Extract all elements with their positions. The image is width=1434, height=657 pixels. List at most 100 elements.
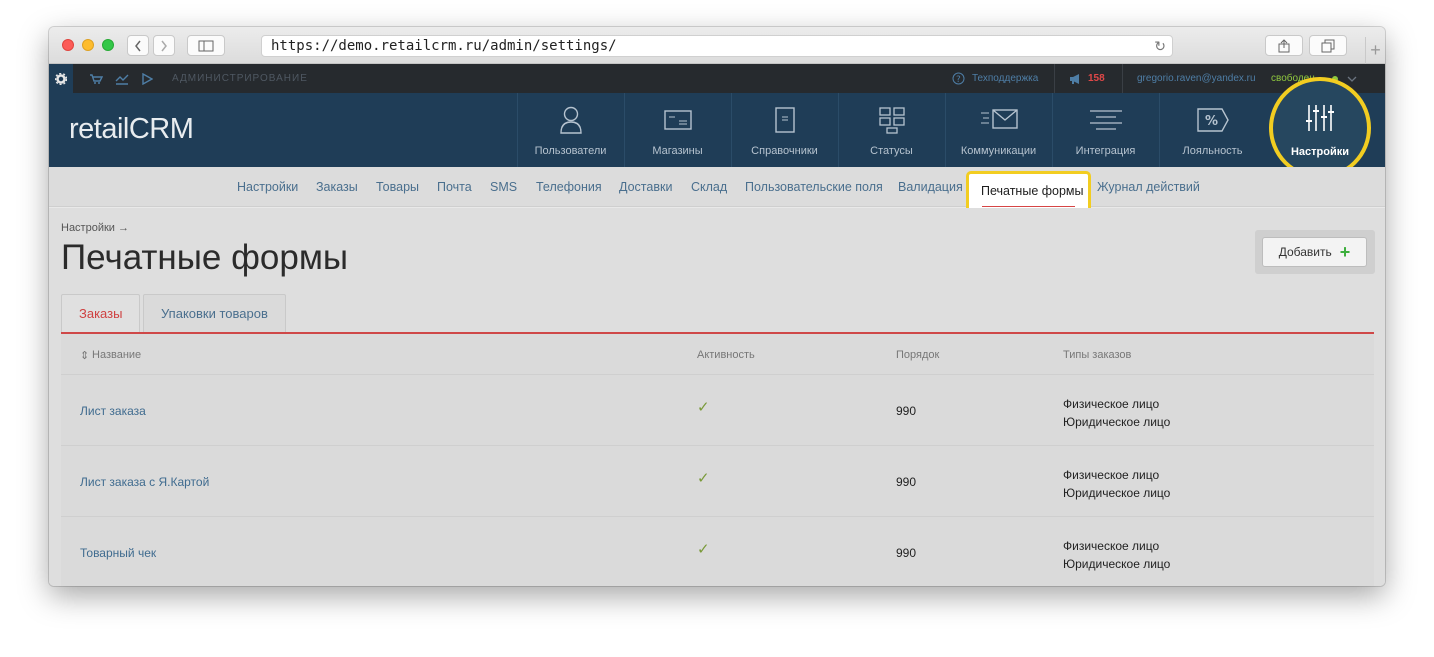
- table-row[interactable]: Лист заказа ✓ 990 Физическое лицо Юридич…: [61, 375, 1374, 446]
- play-icon[interactable]: [141, 64, 153, 93]
- col-order-header: Порядок: [896, 349, 940, 361]
- url-text: https://demo.retailcrm.ru/admin/settings…: [271, 38, 617, 54]
- row-type: Физическое лицо: [1063, 397, 1160, 411]
- tab-product-packages[interactable]: Упаковки товаров: [143, 294, 286, 333]
- page-title: Печатные формы: [61, 238, 349, 277]
- retailcrm-logo[interactable]: retailCRM: [69, 113, 194, 146]
- address-bar[interactable]: https://demo.retailcrm.ru/admin/settings…: [261, 35, 1173, 57]
- close-window-button[interactable]: [62, 39, 74, 51]
- nav-stores[interactable]: Магазины: [624, 93, 730, 167]
- back-button[interactable]: [127, 35, 149, 56]
- subnav-telephony[interactable]: Телефония: [536, 180, 602, 194]
- reload-icon[interactable]: ↻: [1154, 37, 1166, 57]
- nav-loyalty[interactable]: % Лояльность: [1159, 93, 1265, 167]
- browser-window: https://demo.retailcrm.ru/admin/settings…: [49, 27, 1385, 586]
- subnav-orders[interactable]: Заказы: [316, 180, 358, 194]
- sort-icon[interactable]: ⇕: [80, 349, 89, 362]
- row-type: Юридическое лицо: [1063, 486, 1171, 500]
- forward-button[interactable]: [153, 35, 175, 56]
- subnav-warehouse[interactable]: Склад: [691, 180, 727, 194]
- user-email[interactable]: gregorio.raven@yandex.ru: [1137, 64, 1256, 93]
- add-button[interactable]: Добавить +: [1262, 237, 1367, 267]
- row-name-link[interactable]: Лист заказа: [80, 404, 146, 418]
- document-icon: [732, 105, 837, 135]
- nav-label: Статусы: [870, 145, 913, 157]
- row-type: Физическое лицо: [1063, 468, 1160, 482]
- settings-gear-icon[interactable]: [49, 64, 73, 93]
- row-types: Физическое лицо Юридическое лицо: [1063, 395, 1170, 431]
- row-name-link[interactable]: Лист заказа с Я.Картой: [80, 475, 209, 489]
- integration-icon: [1053, 105, 1158, 135]
- col-name-header[interactable]: Название: [92, 349, 141, 361]
- cart-icon[interactable]: [89, 64, 103, 93]
- share-icon: [1278, 38, 1290, 52]
- nav-integration[interactable]: Интеграция: [1052, 93, 1158, 167]
- row-order: 990: [896, 404, 917, 418]
- add-button-label: Добавить: [1278, 245, 1332, 259]
- analytics-icon[interactable]: [115, 64, 129, 93]
- subnav-delivery[interactable]: Доставки: [619, 180, 672, 194]
- crm-topbar: АДМИНИСТРИРОВАНИЕ ? Техподдержка 158 gre…: [49, 64, 1385, 93]
- zoom-window-button[interactable]: [102, 39, 114, 51]
- table-header: ⇕ Название Активность Порядок Типы заказ…: [61, 334, 1374, 375]
- table-row[interactable]: Товарный чек ✓ 990 Физическое лицо Юриди…: [61, 517, 1374, 586]
- svg-text:%: %: [1205, 114, 1218, 129]
- share-button[interactable]: [1265, 35, 1303, 56]
- row-order: 990: [896, 475, 917, 489]
- nav-label: Справочники: [751, 145, 818, 157]
- plus-icon: +: [1339, 242, 1351, 262]
- settings-subnav: Настройки Заказы Товары Почта SMS Телефо…: [49, 167, 1385, 207]
- tab-orders[interactable]: Заказы: [61, 294, 141, 333]
- row-type: Юридическое лицо: [1063, 415, 1171, 429]
- nav-label: Лояльность: [1182, 145, 1243, 157]
- nav-label: Магазины: [652, 145, 703, 157]
- svg-text:?: ?: [956, 75, 961, 85]
- check-icon: ✓: [697, 469, 710, 487]
- subnav-custom-fields[interactable]: Пользовательские поля: [745, 180, 883, 194]
- sidebar-toggle-button[interactable]: [187, 35, 225, 56]
- nav-label: Интеграция: [1075, 145, 1136, 157]
- help-icon[interactable]: ?: [952, 64, 965, 93]
- row-name-link[interactable]: Товарный чек: [80, 546, 156, 560]
- subnav-active-label: Печатные формы: [981, 184, 1084, 198]
- row-type: Физическое лицо: [1063, 539, 1160, 553]
- breadcrumb[interactable]: Настройки →: [61, 222, 129, 234]
- new-tab-button[interactable]: +: [1365, 37, 1385, 64]
- envelope-icon: [946, 105, 1051, 135]
- section-label: АДМИНИСТРИРОВАНИЕ: [172, 73, 308, 84]
- minimize-window-button[interactable]: [82, 39, 94, 51]
- nav-label: Настройки: [1290, 146, 1350, 158]
- table-row[interactable]: Лист заказа с Я.Картой ✓ 990 Физическое …: [61, 446, 1374, 517]
- browser-toolbar: https://demo.retailcrm.ru/admin/settings…: [49, 27, 1385, 64]
- subnav-action-log[interactable]: Журнал действий: [1097, 180, 1200, 194]
- nav-statuses[interactable]: Статусы: [838, 93, 944, 167]
- subnav-validation[interactable]: Валидация: [898, 180, 963, 194]
- separator: [1054, 64, 1055, 93]
- notification-count[interactable]: 158: [1088, 64, 1105, 93]
- nav-label: Пользователи: [534, 145, 607, 157]
- row-order: 990: [896, 546, 917, 560]
- nav-settings[interactable]: Настройки: [1269, 77, 1371, 179]
- megaphone-icon[interactable]: [1069, 64, 1083, 93]
- nav-communications[interactable]: Коммуникации: [945, 93, 1051, 167]
- subnav-products[interactable]: Товары: [376, 180, 419, 194]
- subnav-settings[interactable]: Настройки: [237, 180, 298, 194]
- subnav-mail[interactable]: Почта: [437, 180, 472, 194]
- status-grid-icon: [839, 105, 944, 135]
- nav-users[interactable]: Пользователи: [517, 93, 623, 167]
- col-types-header: Типы заказов: [1063, 349, 1132, 361]
- percent-tag-icon: %: [1160, 105, 1265, 135]
- user-icon: [518, 105, 623, 135]
- check-icon: ✓: [697, 540, 710, 558]
- add-button-highlight: Добавить +: [1255, 230, 1375, 274]
- separator: [1122, 64, 1123, 93]
- support-link[interactable]: Техподдержка: [972, 64, 1038, 93]
- sliders-icon: [1273, 103, 1367, 133]
- subnav-sms[interactable]: SMS: [490, 180, 517, 194]
- row-types: Физическое лицо Юридическое лицо: [1063, 537, 1170, 573]
- tabs-icon: [1321, 39, 1335, 52]
- row-type: Юридическое лицо: [1063, 557, 1171, 571]
- tabs-overview-button[interactable]: [1309, 35, 1347, 56]
- col-active-header: Активность: [697, 349, 755, 361]
- nav-directories[interactable]: Справочники: [731, 93, 837, 167]
